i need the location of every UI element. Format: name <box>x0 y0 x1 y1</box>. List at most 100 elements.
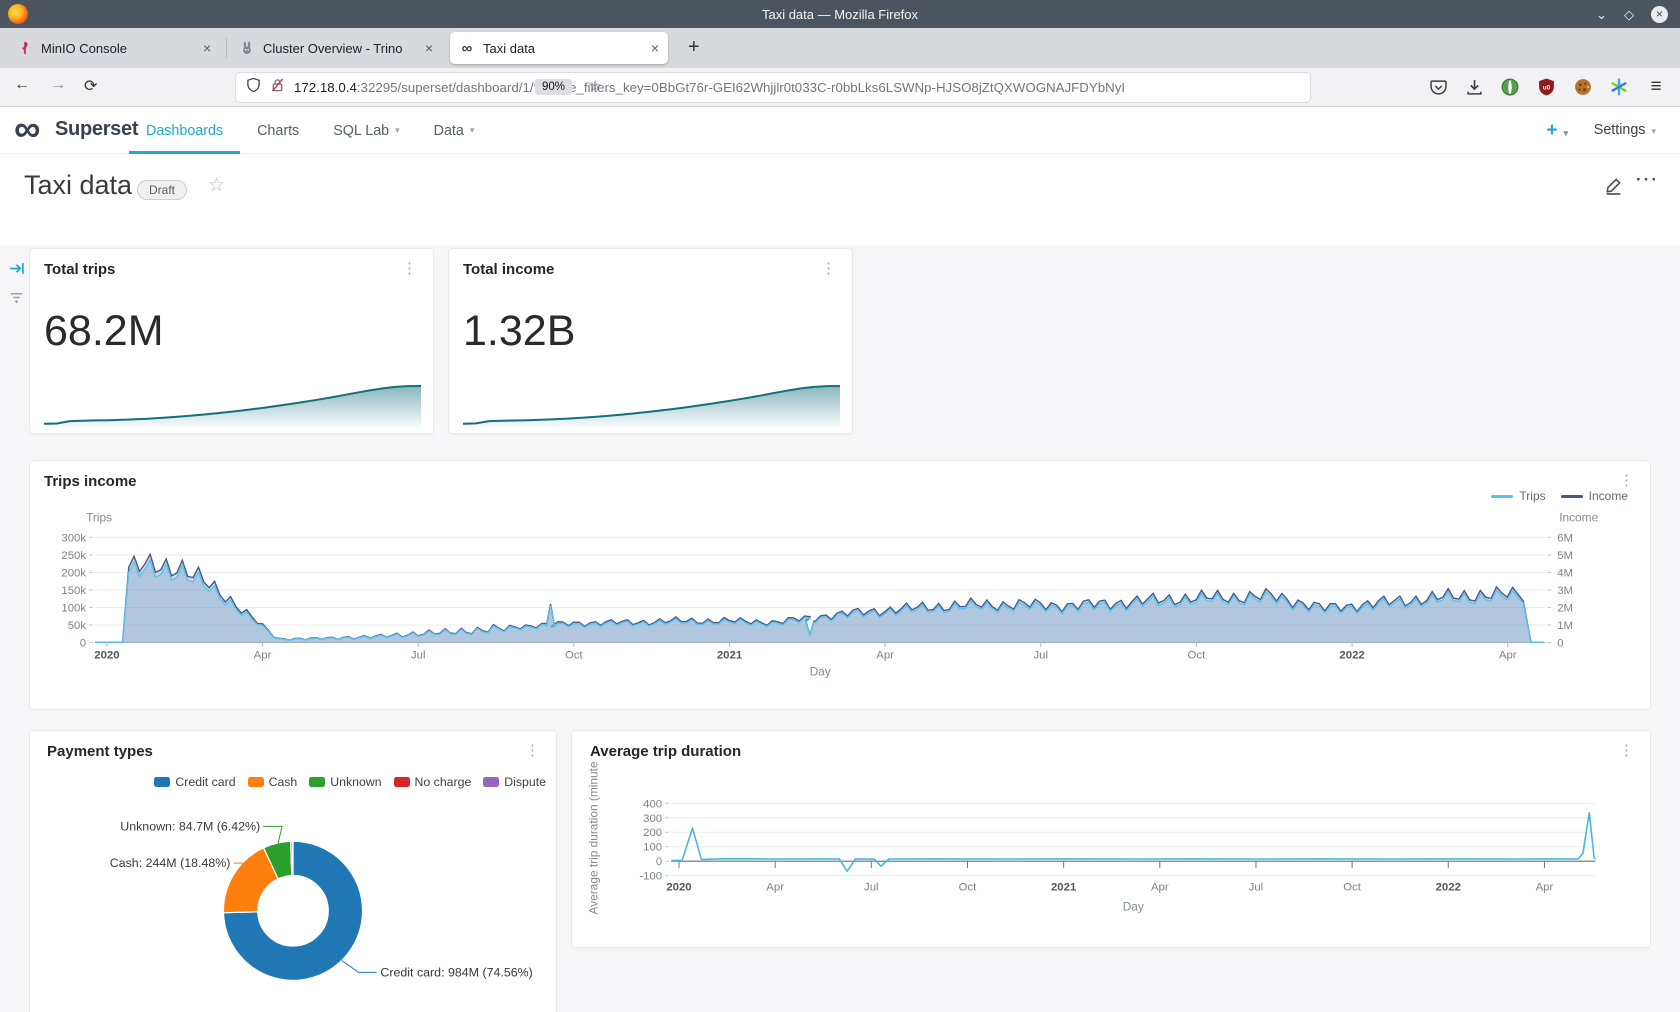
svg-text:2022: 2022 <box>1339 649 1364 661</box>
svg-text:Oct: Oct <box>565 649 584 661</box>
minimize-button[interactable]: ⌄ <box>1596 8 1607 21</box>
favorite-star-button[interactable]: ☆ <box>208 174 225 197</box>
svg-text:Apr: Apr <box>254 649 272 661</box>
legend-label: Cash <box>269 775 298 789</box>
trino-favicon <box>239 40 255 56</box>
privacy-badger-icon[interactable] <box>1500 77 1520 97</box>
url-path: :32295/superset/dashboard/1/?native_filt… <box>357 80 1125 95</box>
svg-text:3M: 3M <box>1557 585 1573 597</box>
kebab-menu-button[interactable]: ⋮ <box>402 259 417 277</box>
tracking-shield-icon[interactable] <box>246 77 261 98</box>
tab-close-button[interactable]: × <box>203 40 211 56</box>
svg-text:100k: 100k <box>61 602 86 614</box>
kebab-menu-button[interactable]: ⋮ <box>1619 471 1634 489</box>
menu-button[interactable]: ≡ <box>1646 77 1666 97</box>
legend-label: Dispute <box>504 775 546 789</box>
svg-text:Jul: Jul <box>1249 882 1264 894</box>
card-title: Payment types <box>47 743 153 760</box>
svg-text:100: 100 <box>643 842 662 854</box>
insecure-lock-icon[interactable] <box>270 77 285 98</box>
svg-text:1M: 1M <box>1557 620 1573 632</box>
new-item-plus-button[interactable]: +▾ <box>1546 120 1568 142</box>
tab-trino[interactable]: Cluster Overview - Trino × <box>230 32 442 64</box>
minio-favicon <box>17 40 33 56</box>
expand-filter-bar-icon[interactable] <box>8 260 25 282</box>
avg-trip-duration-chart-card: 4003002001000-1002020AprJulOct2021AprJul… <box>571 730 1651 948</box>
edit-dashboard-button[interactable] <box>1604 176 1623 200</box>
svg-text:Jul: Jul <box>864 882 879 894</box>
extension-asterisk-icon[interactable] <box>1609 77 1629 97</box>
bookmark-star-button[interactable]: ☆ <box>589 77 602 95</box>
chart-legend: Credit card Cash Unknown No charge Dispute <box>154 775 546 789</box>
svg-text:2M: 2M <box>1557 602 1573 614</box>
legend-swatch <box>248 777 264 787</box>
ublock-origin-icon[interactable]: u0 <box>1536 77 1556 97</box>
tab-taxi-data-active[interactable]: ∞ Taxi data × <box>450 32 668 64</box>
close-button[interactable]: × <box>1651 6 1668 23</box>
kebab-menu-button[interactable]: ⋮ <box>525 741 540 759</box>
pocket-icon[interactable] <box>1428 77 1448 97</box>
tab-close-button[interactable]: × <box>425 40 433 56</box>
nav-items: Dashboards Charts SQL Lab▾ Data▾ <box>129 107 491 154</box>
url-text: 172.18.0.4:32295/superset/dashboard/1/?n… <box>294 80 1125 95</box>
svg-text:0: 0 <box>656 856 662 868</box>
svg-text:Trips: Trips <box>86 511 112 525</box>
svg-text:2022: 2022 <box>1436 882 1461 894</box>
kebab-menu-button[interactable]: ⋮ <box>821 259 836 277</box>
svg-text:200: 200 <box>643 827 662 839</box>
nav-item-sql-lab[interactable]: SQL Lab▾ <box>316 107 416 154</box>
tab-title: MinIO Console <box>41 41 195 56</box>
payment-types-chart-card: Unknown: 84.7M (6.42%)Cash: 244M (18.48%… <box>29 730 557 1012</box>
legend-item-income[interactable]: Income <box>1561 489 1628 503</box>
tab-title: Taxi data <box>483 41 643 56</box>
trips-income-chart: 300k6M250k5M200k4M150k3M100k2M50k1M00Tri… <box>30 461 1650 709</box>
download-icon[interactable] <box>1464 77 1484 97</box>
tab-minio-console[interactable]: MinIO Console × <box>8 32 220 64</box>
firefox-icon <box>8 4 28 24</box>
dashboard-menu-button[interactable]: ··· <box>1636 170 1659 190</box>
svg-text:150k: 150k <box>61 585 86 597</box>
forward-button[interactable]: → <box>50 76 66 94</box>
settings-menu[interactable]: Settings▾ <box>1594 122 1656 138</box>
legend-swatch <box>154 777 170 787</box>
maximize-button[interactable]: ◇ <box>1624 8 1634 21</box>
tab-close-button[interactable]: × <box>651 40 659 56</box>
reload-button[interactable]: ⟳ <box>84 76 97 96</box>
svg-text:0: 0 <box>1557 638 1563 650</box>
nav-item-dashboards[interactable]: Dashboards <box>129 107 240 154</box>
kebab-menu-button[interactable]: ⋮ <box>1619 741 1634 759</box>
nav-item-charts[interactable]: Charts <box>240 107 316 154</box>
card-title: Trips income <box>44 473 137 490</box>
legend-label: Trips <box>1519 489 1545 503</box>
donut-label-credit-card: Credit card: 984M (74.56%) <box>380 965 532 979</box>
chevron-down-icon: ▾ <box>1563 128 1568 138</box>
zoom-level-badge[interactable]: 90% <box>535 79 572 95</box>
cookie-icon[interactable] <box>1573 77 1593 97</box>
payment-types-donut-chart: Unknown: 84.7M (6.42%)Cash: 244M (18.48%… <box>30 731 556 1012</box>
superset-brand[interactable]: Superset <box>55 118 138 141</box>
legend-item-dispute[interactable]: Dispute <box>483 775 546 789</box>
new-tab-button[interactable]: + <box>688 36 700 59</box>
superset-logo-icon[interactable]: ∞ <box>14 105 40 152</box>
legend-swatch <box>1491 495 1513 498</box>
superset-favicon: ∞ <box>459 40 475 56</box>
big-number-value: 68.2M <box>44 307 164 356</box>
filter-icon[interactable] <box>9 290 24 310</box>
legend-swatch <box>394 777 410 787</box>
legend-label: No charge <box>415 775 472 789</box>
big-number-value: 1.32B <box>463 307 575 356</box>
url-bar[interactable]: 172.18.0.4:32295/superset/dashboard/1/?n… <box>236 73 1310 102</box>
legend-item-unknown[interactable]: Unknown <box>309 775 381 789</box>
nav-item-data[interactable]: Data▾ <box>417 107 492 154</box>
back-button[interactable]: ← <box>14 76 30 94</box>
total-trips-sparkline <box>42 379 423 427</box>
total-income-sparkline <box>461 379 842 427</box>
donut-slice-dispute[interactable] <box>292 841 293 875</box>
svg-text:Oct: Oct <box>1343 882 1362 894</box>
legend-swatch <box>1561 495 1583 498</box>
legend-item-no-charge[interactable]: No charge <box>394 775 472 789</box>
legend-item-cash[interactable]: Cash <box>248 775 298 789</box>
tab-bar: MinIO Console × Cluster Overview - Trino… <box>0 28 1680 68</box>
legend-item-credit-card[interactable]: Credit card <box>154 775 235 789</box>
legend-item-trips[interactable]: Trips <box>1491 489 1545 503</box>
